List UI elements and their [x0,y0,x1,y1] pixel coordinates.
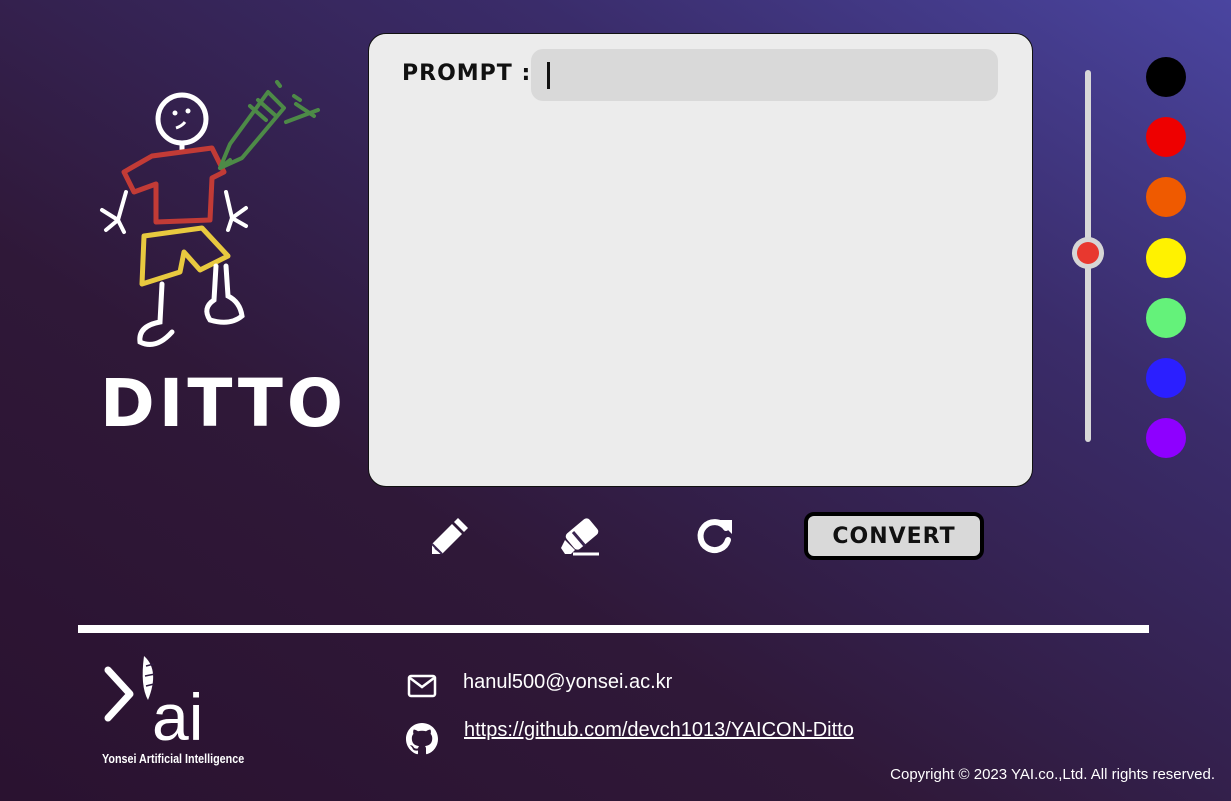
yai-tagline: Yonsei Artificial Intelligence [102,752,245,766]
color-palette [1146,57,1186,459]
pencil-button[interactable] [426,512,474,560]
yai-logo-mark: ai [104,656,203,754]
pencil-icon [431,518,468,555]
eraser-button[interactable] [558,512,606,560]
color-swatch[interactable] [1146,297,1186,338]
yai-logo-text: ai [152,680,203,748]
color-swatch[interactable] [1146,177,1186,218]
prompt-label: PROMPT : [402,61,532,86]
prompt-input[interactable] [531,49,998,101]
github-link[interactable]: https://github.com/devch1013/YAICON-Ditt… [464,719,854,742]
reset-button[interactable] [690,512,738,560]
yai-logo: ai Yonsei Artificial Intelligence [100,656,250,774]
slider-thumb[interactable] [1072,236,1104,269]
color-swatch[interactable] [1146,117,1186,158]
drawing-surface[interactable] [369,114,1034,488]
color-swatch[interactable] [1146,358,1186,398]
footer-divider [78,625,1149,633]
brush-size-slider[interactable] [1072,70,1104,442]
color-swatch[interactable] [1146,418,1186,459]
text-caret [547,62,550,89]
app-logo: DITTO [90,80,343,450]
contact-email: hanul500@yonsei.ac.kr [463,671,673,693]
mail-icon [406,670,438,702]
drawing-canvas-panel: PROMPT : [368,33,1033,487]
redo-icon [697,519,732,554]
stick-figure-illustration [100,80,320,347]
convert-button[interactable]: CONVERT [804,512,984,560]
eraser-icon [561,518,599,556]
github-icon[interactable] [406,723,438,755]
copyright-text: Copyright © 2023 YAI.co.,Ltd. All rights… [890,766,1215,783]
color-swatch[interactable] [1146,237,1186,278]
color-swatch[interactable] [1146,57,1186,97]
app-title: DITTO [100,365,348,442]
